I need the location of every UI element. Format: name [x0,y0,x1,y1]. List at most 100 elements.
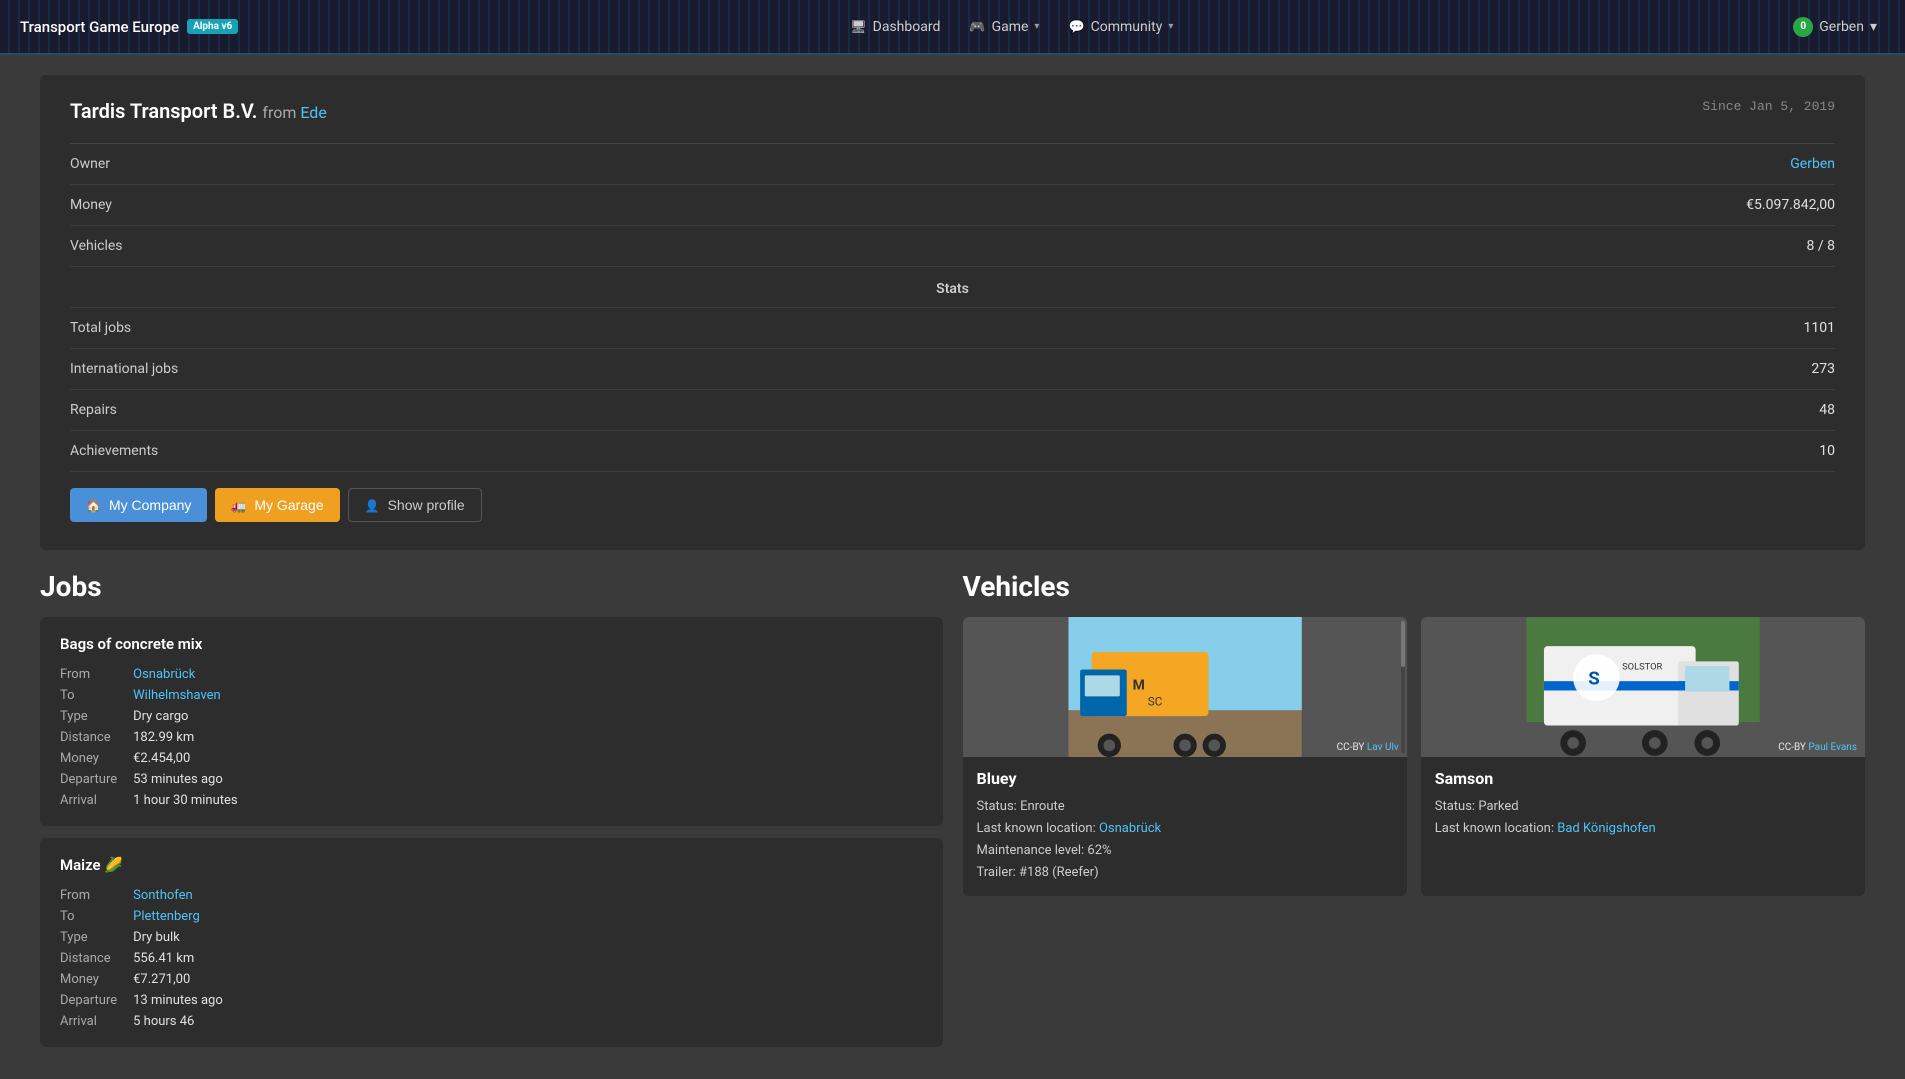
vehicles-section: Vehicles [963,570,1866,1059]
brand-title: Transport Game Europe Alpha v6 [20,18,238,36]
company-name: Tardis Transport B.V. [70,99,257,123]
job2-type-label: Type [60,930,117,945]
job1-type-value: Dry cargo [133,709,922,724]
bluey-cc-label: CC-BY [1337,742,1365,753]
svg-text:M: M [1132,677,1144,693]
vehicles-value: 8 / 8 [953,226,1836,267]
nav-community-label: Community [1091,19,1163,35]
brand-name: Transport Game Europe [20,18,179,36]
job-card-1: Bags of concrete mix From Osnabrück To W… [40,617,943,826]
achievements-value: 10 [953,431,1836,472]
my-company-button[interactable]: My Company [70,488,207,522]
total-jobs-label: Total jobs [70,308,953,349]
job2-to-label: To [60,909,117,924]
job2-departure-value: 13 minutes ago [133,993,922,1008]
person-icon [365,497,380,513]
action-buttons: My Company My Garage Show profile [70,472,1835,526]
job2-money-value: €7.271,00 [133,972,922,987]
job1-arrival-value: 1 hour 30 minutes [133,793,922,808]
achievements-label: Achievements [70,431,953,472]
bluey-cc-author[interactable]: Lav Ulv [1367,742,1399,753]
intl-jobs-value: 273 [953,349,1836,390]
user-online-indicator: 0 [1793,17,1813,37]
my-company-label: My Company [109,497,191,513]
vehicle-card-samson: S SOLSTOR [1421,617,1865,896]
job1-to-label: To [60,688,117,703]
user-online-count: 0 [1800,21,1806,32]
svg-text:S: S [1588,668,1600,690]
job2-distance-label: Distance [60,951,117,966]
samson-status: Status: Parked Last known location: Bad … [1435,796,1851,840]
navbar: Transport Game Europe Alpha v6 Dashboard… [0,0,1905,55]
user-name: Gerben [1819,19,1864,35]
job-card-1-title: Bags of concrete mix [60,635,923,653]
company-card: Tardis Transport B.V. from Ede Since Jan… [40,75,1865,550]
job1-departure-label: Departure [60,772,117,787]
user-menu[interactable]: 0 Gerben ▾ [1785,13,1885,41]
vehicles-label: Vehicles [70,226,953,267]
total-jobs-value: 1101 [953,308,1836,349]
alpha-badge: Alpha v6 [187,19,238,34]
intl-jobs-label: International jobs [70,349,953,390]
job1-arrival-label: Arrival [60,793,117,808]
samson-name: Samson [1435,769,1494,788]
samson-cc-author[interactable]: Paul Evans [1808,742,1857,753]
bluey-location-link[interactable]: Osnabrück [1099,821,1161,836]
job1-to-value[interactable]: Wilhelmshaven [133,688,922,703]
job2-to-value[interactable]: Plettenberg [133,909,922,924]
company-from-text: from Ede [262,103,326,122]
nav-dashboard-label: Dashboard [873,19,941,35]
jobs-section-title: Jobs [40,570,943,603]
user-dropdown-arrow: ▾ [1870,19,1877,35]
game-dropdown-arrow: ▾ [1034,21,1039,32]
repairs-value: 48 [953,390,1836,431]
vehicles-section-title: Vehicles [963,570,1866,603]
my-garage-label: My Garage [254,497,323,513]
repairs-label: Repairs [70,390,953,431]
job1-type-label: Type [60,709,117,724]
svg-text:SC: SC [1147,695,1162,709]
samson-cc-label: CC-BY [1778,742,1806,753]
job-card-2: Maize 🌽 From Sonthofen To Plettenberg Ty… [40,838,943,1047]
job1-from-label: From [60,667,117,682]
community-dropdown-arrow: ▾ [1168,21,1173,32]
chat-icon [1068,19,1084,35]
job2-distance-value: 556.41 km [133,951,922,966]
job1-money-label: Money [60,751,117,766]
svg-text:SOLSTOR: SOLSTOR [1622,662,1662,673]
home-icon [86,497,101,513]
monitor-icon [850,19,867,35]
nav-game[interactable]: Game ▾ [957,13,1051,41]
job1-from-value[interactable]: Osnabrück [133,667,922,682]
bluey-status: Status: Enroute Last known location: Osn… [977,796,1393,884]
job1-money-value: €2.454,00 [133,751,922,766]
job2-money-label: Money [60,972,117,987]
job2-from-value[interactable]: Sonthofen [133,888,922,903]
nav-game-label: Game [992,19,1029,35]
job1-distance-value: 182.99 km [133,730,922,745]
jobs-section: Jobs Bags of concrete mix From Osnabrück… [40,570,943,1059]
company-info-grid: Owner Gerben Money €5.097.842,00 Vehicle… [70,143,1835,472]
money-value: €5.097.842,00 [953,185,1836,226]
show-profile-button[interactable]: Show profile [348,488,482,522]
nav-community[interactable]: Community ▾ [1056,13,1185,41]
owner-value[interactable]: Gerben [953,144,1836,185]
vehicle-card-bluey: M SC CC-BY Lav Ulv Bluey [963,617,1407,896]
job2-type-value: Dry bulk [133,930,922,945]
owner-label: Owner [70,144,953,185]
my-garage-button[interactable]: My Garage [215,488,339,522]
company-title: Tardis Transport B.V. from Ede [70,99,327,123]
gamepad-icon [969,19,985,35]
samson-location-link[interactable]: Bad Königshofen [1557,821,1656,836]
bluey-name: Bluey [977,769,1017,788]
company-location-link[interactable]: Ede [300,103,326,122]
stats-header: Stats [70,267,1835,308]
show-profile-label: Show profile [388,497,465,513]
money-label: Money [70,185,953,226]
job-card-2-title: Maize 🌽 [60,856,923,874]
job1-distance-label: Distance [60,730,117,745]
job2-from-label: From [60,888,117,903]
nav-dashboard[interactable]: Dashboard [838,13,952,41]
job1-departure-value: 53 minutes ago [133,772,922,787]
job2-arrival-value: 5 hours 46 [133,1014,922,1029]
